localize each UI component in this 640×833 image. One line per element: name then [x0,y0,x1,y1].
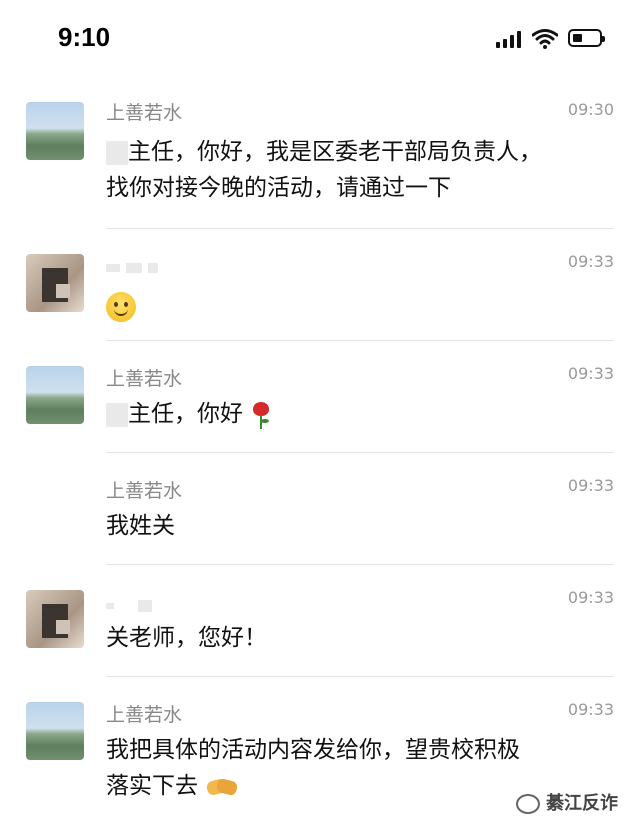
smile-emoji-icon [106,291,136,322]
message-text [106,288,606,324]
wifi-icon [532,29,558,49]
message-text: 主任，你好，我是区委老干部局负责人， 找你对接今晚的活动，请通过一下 [106,139,542,201]
message-text: 关老师，您好！ [106,625,267,651]
avatar[interactable] [26,590,84,648]
cellular-signal-icon [496,30,524,48]
message-time: 09:30 [567,100,614,119]
avatar[interactable] [26,254,84,312]
message-time: 09:33 [567,588,614,607]
status-bar: 9:10 [0,0,640,80]
sender-name-redacted[interactable] [106,594,153,616]
avatar[interactable] [26,366,84,424]
message-text: 主任，你好 [106,396,606,432]
redacted-mark [106,140,128,165]
avatar[interactable] [26,102,84,160]
redacted-mark [106,402,128,427]
battery-icon [568,29,605,47]
message-item: 09:33 关老师，您好！ [0,582,640,677]
sender-name-redacted[interactable] [106,256,159,278]
message-item: 上善若水 09:30 主任，你好，我是区委老干部局负责人， 找你对接今晚的活动，… [0,96,640,231]
wechat-official-account-icon [516,794,540,814]
rose-emoji-icon [250,400,272,430]
message-item: 09:33 [0,246,640,341]
message-item: 上善若水 09:33 主任，你好 [0,358,640,453]
message-divider [106,452,614,453]
message-divider [106,340,614,341]
message-divider [106,228,614,229]
message-time: 09:33 [567,252,614,271]
sender-name[interactable]: 上善若水 [106,700,182,727]
sender-name[interactable]: 上善若水 [106,98,182,125]
message-divider [106,676,614,677]
sender-name[interactable]: 上善若水 [106,364,182,391]
handshake-emoji-icon [205,776,239,798]
watermark: 綦江反诈 [516,789,618,815]
message-time: 09:33 [567,700,614,719]
message-time: 09:33 [567,476,614,495]
message-divider [106,564,614,565]
message-text: 我姓关 [106,513,175,539]
message-item: 上善若水 09:33 我姓关 [0,470,640,565]
message-time: 09:33 [567,364,614,383]
avatar[interactable] [26,702,84,760]
sender-name[interactable]: 上善若水 [106,476,182,503]
status-time: 9:10 [58,22,111,52]
